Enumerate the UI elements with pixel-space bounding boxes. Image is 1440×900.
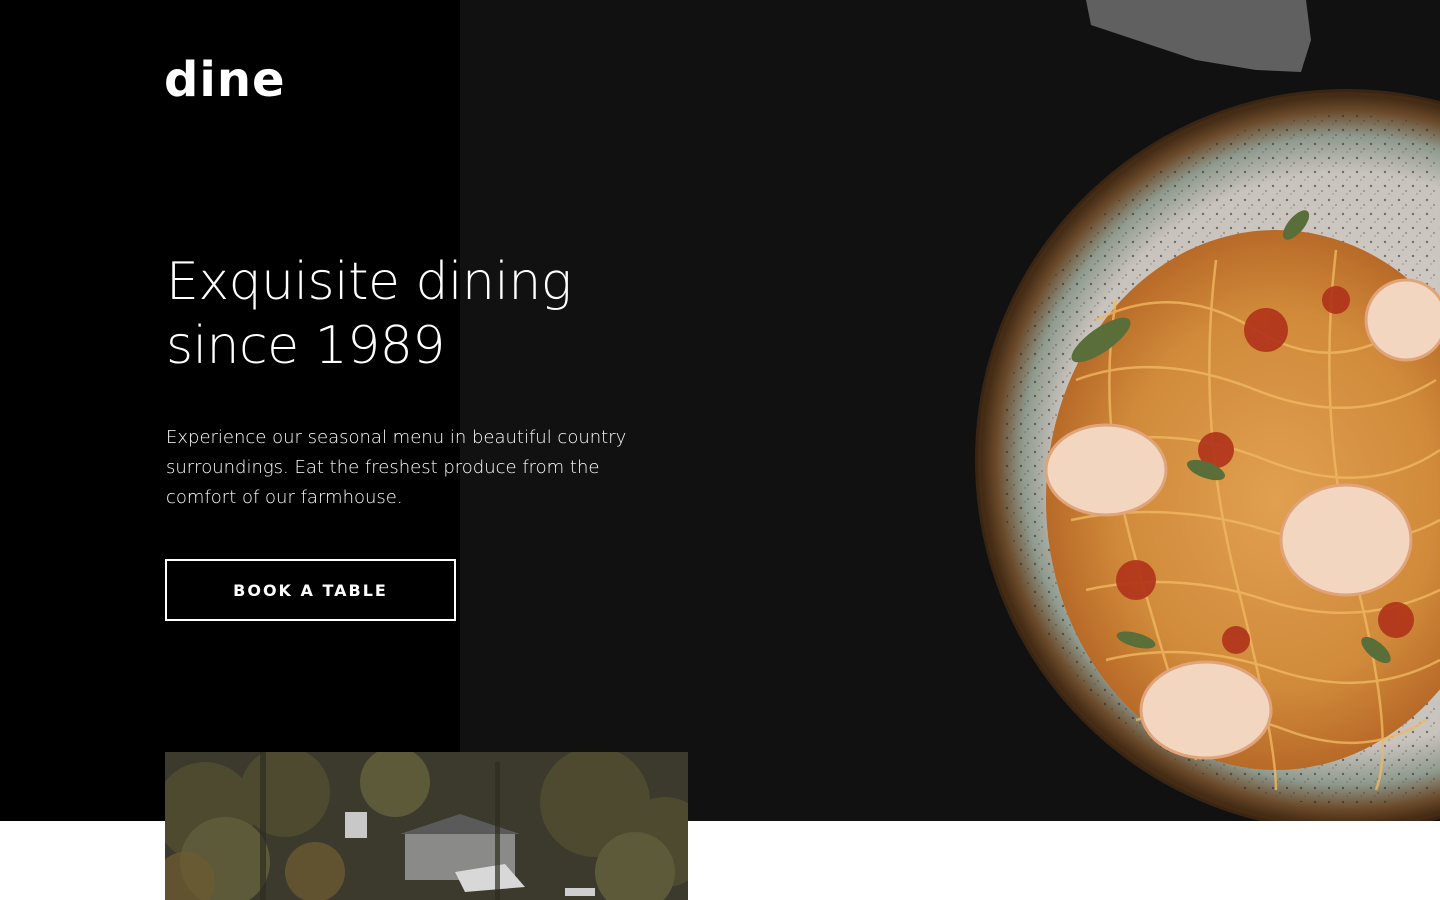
book-table-button[interactable]: BOOK A TABLE — [165, 559, 456, 621]
farmhouse-image — [165, 752, 688, 900]
farmhouse-illustration — [165, 752, 688, 900]
hero-title-line-2: since 1989 — [166, 316, 445, 376]
hero-description: Experience our seasonal menu in beautifu… — [166, 427, 627, 508]
brand-logo[interactable]: dine — [164, 56, 286, 104]
homepage: dine Exquisite dining since 1989 Experie… — [0, 0, 1440, 900]
hero-food-image — [836, 0, 1440, 821]
pasta-plate-illustration — [975, 0, 1440, 821]
hero-left-panel — [0, 0, 460, 821]
hero-title-line-1: Exquisite dining — [166, 252, 572, 312]
hero-title: Exquisite dining since 1989 — [166, 250, 686, 378]
